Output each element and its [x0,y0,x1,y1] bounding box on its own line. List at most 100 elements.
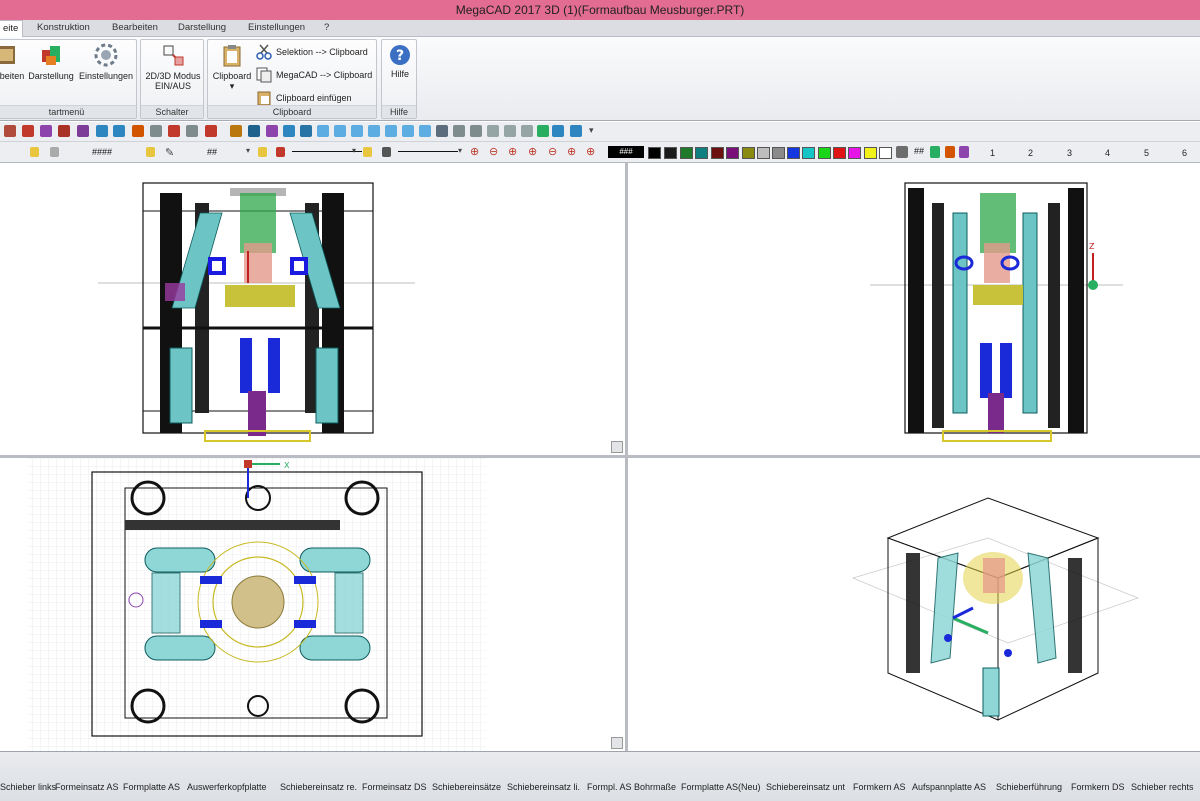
layer-icon[interactable] [930,146,940,158]
layer-item[interactable]: Schiebereinsätze [432,782,501,792]
color-swatch-10[interactable] [787,147,800,159]
layer-icon-3[interactable] [959,146,969,158]
tab-konstruktion[interactable]: Konstruktion [37,20,90,37]
layer-item[interactable]: Formeinsatz AS [55,782,119,792]
box-icon[interactable] [283,125,295,137]
color-swatch-8[interactable] [757,147,770,159]
zoom-out-icon[interactable]: ⊖ [489,145,498,158]
cylinder3-icon[interactable] [487,125,499,137]
lock-icon[interactable] [30,147,39,157]
measure-icon[interactable] [132,125,144,137]
pattern-field-a[interactable]: #### [92,147,112,157]
cylinder5-icon[interactable] [521,125,533,137]
shade-icon[interactable] [436,125,448,137]
cylinder2-icon[interactable] [470,125,482,137]
viewport-side[interactable]: Z [628,163,1200,455]
layer-icon-2[interactable] [945,146,955,158]
color-swatch-3[interactable] [680,147,693,159]
layer-item[interactable]: Schieber links [0,782,56,792]
layer-item[interactable]: Schiebereinsatz re. [280,782,357,792]
parts2-icon[interactable] [570,125,582,137]
layer-item[interactable]: Schiebereinsatz li. [507,782,580,792]
select-icon[interactable] [40,125,52,137]
mirror-icon[interactable] [205,125,217,137]
undo-icon[interactable] [96,125,108,137]
clipboard-dropdown-icon[interactable]: ▾ [230,81,235,91]
delete-icon[interactable] [22,125,34,137]
color-swatch-2[interactable] [664,147,677,159]
zoom-window-icon[interactable]: ⊕ [508,145,517,158]
tab-bearbeiten[interactable]: Bearbeiten [112,20,158,37]
viewport-front[interactable] [0,163,625,455]
cylinder4-icon[interactable] [504,125,516,137]
lock-icon-2[interactable] [146,147,155,157]
color-swatch-6[interactable] [726,147,739,159]
zoom-extra-icon[interactable]: ⊕ [586,145,595,158]
viewport-menu-button[interactable] [611,441,623,453]
cylinder-icon[interactable] [453,125,465,137]
copy-tool-icon[interactable] [150,125,162,137]
render-icon[interactable] [266,125,278,137]
axis-icon[interactable] [230,125,242,137]
view-top-icon[interactable] [351,125,363,137]
filter-icon[interactable] [58,125,70,137]
viewport-iso[interactable] [628,458,1200,751]
color-swatch-15[interactable] [864,147,877,159]
layer-number-3[interactable]: 3 [1067,148,1072,158]
layer-item[interactable]: Schiebereinsatz unt [766,782,845,792]
toolbar-overflow-icon[interactable]: ▾ [589,125,594,136]
tab-startseite[interactable]: eite [0,20,24,37]
linetype-icon[interactable] [276,147,285,157]
layer-item[interactable]: Formkern AS [853,782,906,792]
layer-number-1[interactable]: 1 [990,148,995,158]
zoom-all-icon[interactable]: ⊕ [528,145,537,158]
layer-number-2[interactable]: 2 [1028,148,1033,158]
parts-icon[interactable] [552,125,564,137]
color-swatch-11[interactable] [802,147,815,159]
color-picker-icon[interactable] [896,146,908,158]
color-swatch-1[interactable] [648,147,661,159]
layer-number-4[interactable]: 4 [1105,148,1110,158]
mode-2d3d-button[interactable]: 2D/3D Modus EIN/AUS [142,42,204,91]
lock-icon-4[interactable] [363,147,372,157]
help-button[interactable]: ? Hilfe [383,44,417,79]
tab-einstellungen[interactable]: Einstellungen [248,20,305,37]
color-swatch-13[interactable] [833,147,846,159]
color-swatch-16[interactable] [879,147,892,159]
color-swatch-12[interactable] [818,147,831,159]
layer-number-6[interactable]: 6 [1182,148,1187,158]
layer-item[interactable]: Formplatte AS(Neu) [681,782,761,792]
linewidth-preview[interactable] [398,151,458,152]
linewidth-icon[interactable] [382,147,391,157]
redo-icon[interactable] [113,125,125,137]
pencil-icon[interactable]: ✎ [165,146,174,159]
color-swatch-4[interactable] [695,147,708,159]
color-swatch-14[interactable] [848,147,861,159]
linewidth-dropdown-icon[interactable]: ▾ [458,146,462,155]
viewport-menu-button-2[interactable] [611,737,623,749]
zoom-pan-icon[interactable]: ⊕ [567,145,576,158]
tab-help[interactable]: ? [324,20,329,37]
layer-item[interactable]: Auswerferkopfplatte [187,782,267,792]
color-swatch-5[interactable] [711,147,724,159]
zoom-in-icon[interactable]: ⊕ [470,145,479,158]
megacad-to-clipboard-button[interactable]: MegaCAD --> Clipboard [256,66,372,84]
layer-item[interactable]: Formplatte AS [123,782,180,792]
layer-item[interactable]: Schieberführung [996,782,1062,792]
layer-item[interactable]: Formeinsatz DS [362,782,427,792]
layer-item[interactable]: Schieber rechts [1131,782,1194,792]
lock-icon-3[interactable] [258,147,267,157]
view-bottom-icon[interactable] [368,125,380,137]
layer-item[interactable]: Formpl. AS Bohrmaße [587,782,676,792]
view-iso-icon[interactable] [419,125,431,137]
current-color-box[interactable]: ### [608,146,644,158]
pen-icon[interactable] [77,125,89,137]
darstellung-button[interactable]: Darstellung [27,42,75,81]
tree-icon[interactable] [537,125,549,137]
linetype-dropdown-icon[interactable]: ▾ [352,146,356,155]
undo-list-icon[interactable] [4,125,16,137]
view-left-icon[interactable] [385,125,397,137]
view-right-icon[interactable] [402,125,414,137]
grid-toggle[interactable]: ## [914,146,924,156]
paste-tool-icon[interactable] [186,125,198,137]
